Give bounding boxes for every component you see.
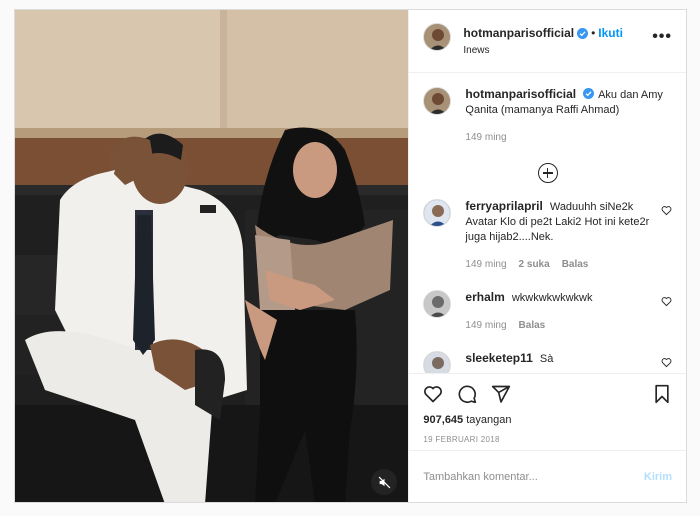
- comment-time[interactable]: 149 ming: [465, 318, 506, 333]
- avatar-image: [424, 291, 451, 317]
- commenter-avatar[interactable]: [423, 290, 452, 318]
- reply-button[interactable]: Balas: [519, 318, 546, 333]
- comment-item: sleeketep11 Sà: [423, 351, 672, 373]
- reply-button[interactable]: Balas: [562, 257, 589, 272]
- caption: hotmanparisofficial Aku dan Amy Qanita (m…: [423, 87, 672, 145]
- post-date[interactable]: 19 FEBRUARI 2018: [423, 435, 672, 444]
- load-more-comments[interactable]: [423, 163, 672, 183]
- heart-icon[interactable]: [661, 205, 672, 216]
- comment-text: Sà: [539, 353, 554, 365]
- view-count-number: 907,645: [423, 414, 464, 426]
- verified-badge-icon: [583, 88, 595, 99]
- comment-item: ferryaprilapril Waduuhh siNe2k Avatar Kl…: [423, 199, 672, 272]
- follow-button[interactable]: Ikuti: [598, 26, 623, 40]
- author-avatar[interactable]: [423, 23, 452, 51]
- commenter-avatar[interactable]: [423, 199, 452, 227]
- commenter-avatar[interactable]: [423, 351, 452, 373]
- comment-item: erhalm wkwkwkwkwkwk 149 ming Balas: [423, 290, 672, 333]
- like-heart-icon[interactable]: [423, 384, 443, 404]
- caption-time[interactable]: 149 ming: [465, 130, 506, 145]
- more-options-icon[interactable]: •••: [652, 29, 672, 45]
- author-username[interactable]: hotmanparisofficial: [463, 26, 574, 40]
- avatar-image: [424, 88, 451, 114]
- comment-likes[interactable]: 2 suka: [519, 257, 550, 272]
- comment-input[interactable]: [423, 470, 644, 483]
- speaker-muted-icon: [378, 476, 390, 488]
- avatar-image: [424, 24, 451, 50]
- post-header: hotmanparisofficial • Ikuti Inews •••: [409, 10, 686, 73]
- share-paper-plane-icon[interactable]: [491, 384, 511, 404]
- view-count-label: tayangan: [466, 414, 512, 426]
- header-separator: •: [591, 26, 596, 40]
- view-count[interactable]: 907,645 tayangan: [423, 414, 672, 426]
- post-video[interactable]: [15, 10, 410, 502]
- comment-username[interactable]: ferryaprilapril: [465, 199, 542, 213]
- comment-time[interactable]: 149 ming: [465, 257, 506, 272]
- heart-icon[interactable]: [661, 296, 672, 307]
- comment-username[interactable]: erhalm: [465, 290, 504, 304]
- comments-list[interactable]: hotmanparisofficial Aku dan Amy Qanita (m…: [409, 73, 686, 374]
- video-frame: [15, 10, 409, 502]
- instagram-post: hotmanparisofficial • Ikuti Inews ••• ho…: [14, 9, 687, 503]
- caption-author-avatar[interactable]: [423, 87, 452, 115]
- verified-badge-icon: [577, 27, 589, 39]
- post-location[interactable]: Inews: [463, 45, 623, 56]
- avatar-image: [424, 352, 451, 373]
- add-comment-bar: Kirim: [409, 450, 686, 502]
- avatar-image: [424, 200, 451, 226]
- post-details-panel: hotmanparisofficial • Ikuti Inews ••• ho…: [409, 10, 686, 502]
- plus-circle-icon[interactable]: [537, 163, 558, 183]
- heart-icon[interactable]: [661, 357, 672, 368]
- mute-toggle-button[interactable]: [371, 469, 397, 495]
- caption-username[interactable]: hotmanparisofficial: [465, 87, 576, 101]
- comment-bubble-icon[interactable]: [457, 384, 477, 404]
- post-comment-button[interactable]: Kirim: [644, 471, 672, 483]
- post-actions: 907,645 tayangan 19 FEBRUARI 2018: [409, 374, 686, 450]
- comment-text: wkwkwkwkwkwk: [511, 292, 593, 304]
- comment-username[interactable]: sleeketep11: [465, 351, 532, 365]
- save-bookmark-icon[interactable]: [652, 384, 672, 404]
